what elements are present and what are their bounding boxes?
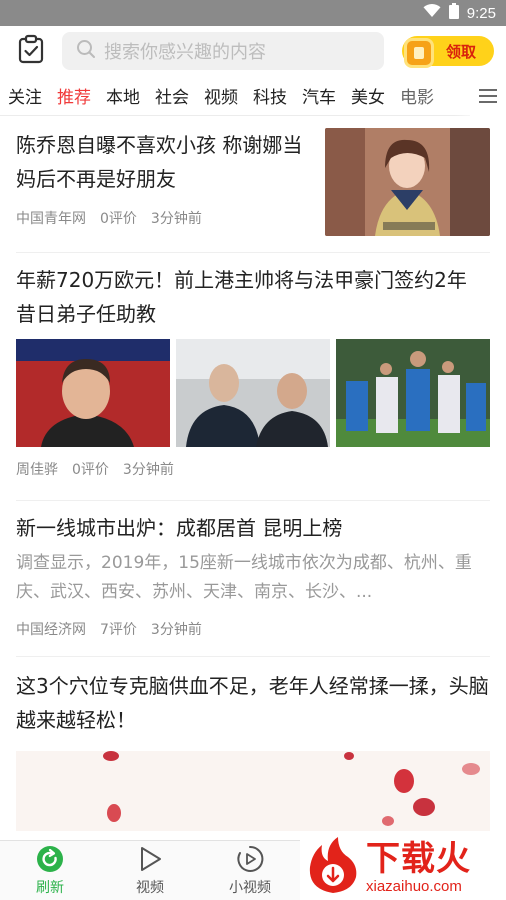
battery-icon — [448, 3, 459, 23]
category-tabs: 关注 推荐 本地 社会 视频 科技 汽车 美女 电影 — [0, 76, 506, 116]
tab-beauty[interactable]: 美女 — [351, 83, 385, 108]
news-item[interactable]: 新一线城市出炉：成都居首 昆明上榜 调查显示，2019年，15座新一线城市依次为… — [16, 501, 490, 657]
news-image — [16, 751, 490, 831]
top-bar: 搜索你感兴趣的内容 领取 — [0, 26, 506, 76]
news-source: 中国经济网 — [16, 622, 86, 638]
news-comments: 7评价 — [100, 622, 137, 638]
tab-recommend[interactable]: 推荐 — [57, 83, 91, 108]
news-image-row — [16, 339, 490, 447]
tab-society[interactable]: 社会 — [155, 83, 189, 108]
news-thumbnail — [325, 128, 490, 236]
watermark-cn: 下载火 — [366, 838, 471, 879]
news-meta: 周佳骅 0评价 3分钟前 — [16, 459, 490, 479]
nav-refresh[interactable]: 刷新 — [0, 845, 100, 897]
play-icon — [136, 845, 164, 877]
news-meta: 中国经济网 7评价 3分钟前 — [16, 619, 490, 639]
news-time: 3分钟前 — [150, 622, 202, 638]
news-title: 新一线城市出炉：成都居首 昆明上榜 — [16, 516, 343, 540]
news-comments: 0评价 — [72, 462, 109, 478]
news-time: 3分钟前 — [122, 462, 174, 478]
fire-logo-icon — [304, 835, 362, 899]
news-time: 3分钟前 — [150, 211, 202, 227]
tab-video[interactable]: 视频 — [204, 83, 238, 108]
tab-tech[interactable]: 科技 — [253, 83, 287, 108]
news-image — [176, 339, 330, 447]
search-icon — [76, 39, 96, 64]
status-time: 9:25 — [466, 4, 496, 22]
news-summary: 调查显示，2019年，15座新一线城市依次为成都、杭州、重庆、武汉、西安、苏州、… — [16, 553, 472, 602]
tab-movie[interactable]: 电影 — [400, 83, 434, 108]
coin-icon — [404, 38, 434, 68]
news-title: 年薪720万欧元！前上港主帅将与法甲豪门签约2年 昔日弟子任助教 — [16, 268, 467, 326]
tab-follow[interactable]: 关注 — [8, 83, 42, 108]
news-item[interactable]: 这3个穴位专克脑供血不足，老年人经常揉一揉，头脑越来越轻松！ — [16, 657, 490, 831]
news-title: 陈乔恩自曝不喜欢小孩 称谢娜当妈后不再是好朋友 — [16, 133, 303, 191]
news-comments: 0评价 — [100, 211, 137, 227]
small-video-icon — [236, 845, 264, 877]
nav-video[interactable]: 视频 — [100, 845, 200, 897]
news-item[interactable]: 年薪720万欧元！前上港主帅将与法甲豪门签约2年 昔日弟子任助教 周佳骅 0评价… — [16, 253, 490, 501]
menu-icon[interactable] — [470, 76, 506, 116]
nav-video-label: 视频 — [136, 879, 164, 896]
news-image — [16, 339, 170, 447]
wifi-icon — [423, 4, 441, 22]
reward-label: 领取 — [445, 42, 476, 61]
nav-refresh-label: 刷新 — [36, 879, 64, 896]
refresh-icon — [36, 845, 64, 877]
status-bar: 9:25 — [0, 0, 506, 26]
news-meta: 中国青年网 0评价 3分钟前 — [16, 208, 316, 228]
reward-button[interactable]: 领取 — [402, 36, 494, 68]
search-input[interactable]: 搜索你感兴趣的内容 — [62, 32, 384, 70]
tab-auto[interactable]: 汽车 — [302, 83, 336, 108]
news-item[interactable]: 陈乔恩自曝不喜欢小孩 称谢娜当妈后不再是好朋友 中国青年网 0评价 3分钟前 — [16, 116, 490, 253]
nav-small-video-label: 小视频 — [229, 879, 271, 896]
nav-small-video[interactable]: 小视频 — [200, 845, 300, 897]
news-title: 这3个穴位专克脑供血不足，老年人经常揉一揉，头脑越来越轻松！ — [16, 674, 489, 732]
news-image — [336, 339, 490, 447]
watermark-en: xiazaihuo.com — [366, 877, 462, 895]
search-placeholder: 搜索你感兴趣的内容 — [104, 42, 266, 63]
news-source: 周佳骅 — [16, 462, 58, 478]
clipboard-check-icon[interactable] — [18, 34, 44, 68]
watermark: 下载火 xiazaihuo.com — [300, 834, 506, 900]
news-source: 中国青年网 — [16, 211, 86, 227]
tab-local[interactable]: 本地 — [106, 83, 140, 108]
